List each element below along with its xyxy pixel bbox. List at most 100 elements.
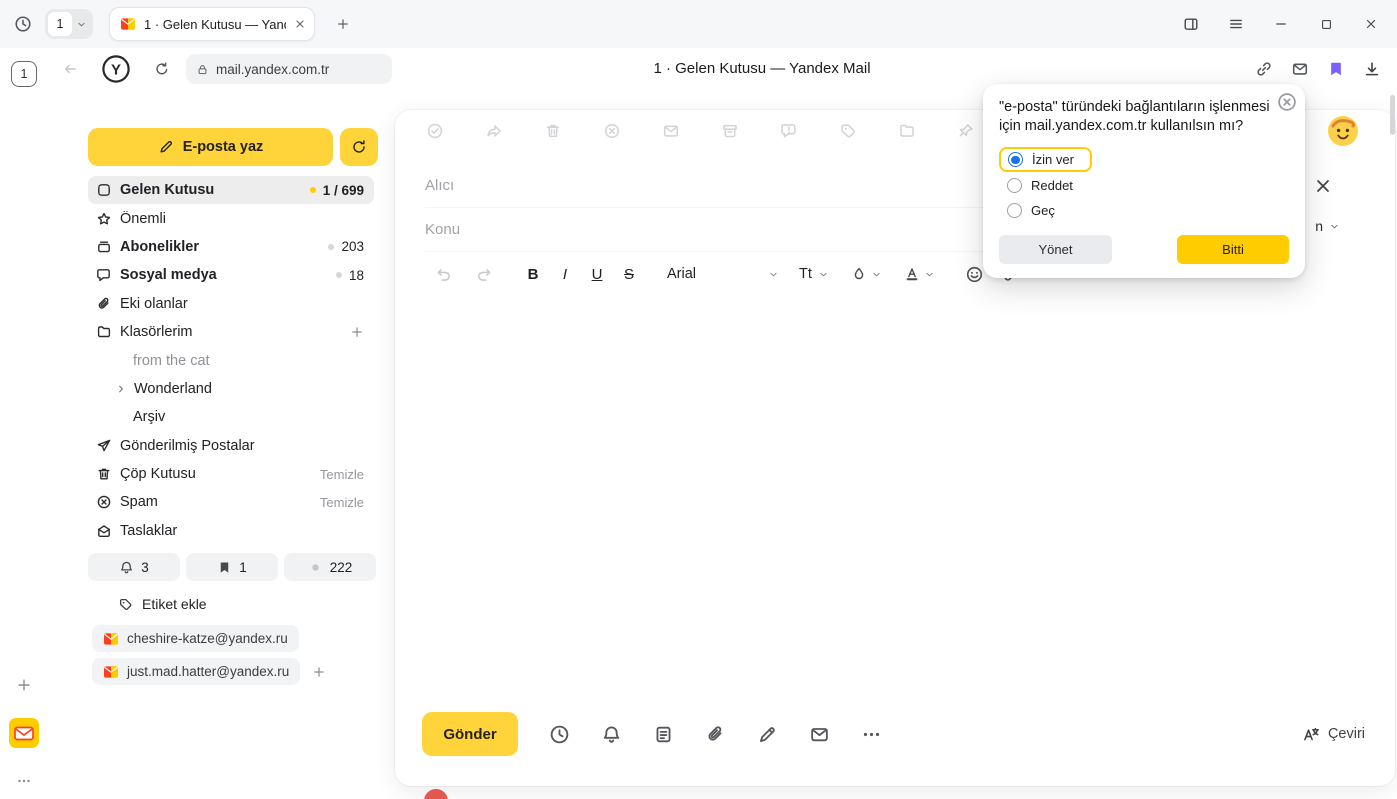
compose-button[interactable]: E-posta yaz	[88, 128, 333, 166]
add-label-button[interactable]: Etiket ekle	[68, 591, 380, 617]
copy-link-button[interactable]	[1253, 58, 1275, 80]
maximize-button[interactable]	[1308, 6, 1344, 42]
tag-icon[interactable]	[839, 122, 857, 140]
add-folder-icon[interactable]	[350, 325, 364, 339]
account-item[interactable]: just.mad.hatter@yandex.ru	[92, 658, 300, 685]
dialog-close-button[interactable]	[1277, 92, 1296, 111]
folder-item-taslaklar[interactable]: Taslaklar	[88, 517, 374, 545]
browser-tab[interactable]: 1 · Gelen Kutusu — Yand...	[109, 7, 315, 41]
bold-button[interactable]: B	[517, 266, 549, 283]
folder-item-g-nderilmi-postalar[interactable]: Gönderilmiş Postalar	[88, 432, 374, 460]
folder-item-nemli[interactable]: Önemli	[88, 204, 374, 232]
radio-option-i-zin-ver[interactable]: İzin ver	[999, 147, 1092, 172]
emoji-icon[interactable]	[965, 265, 984, 284]
counter-bookmark[interactable]: 1	[186, 553, 278, 581]
account-item[interactable]: cheshire-katze@yandex.ru	[92, 625, 299, 652]
manage-button[interactable]: Yönet	[999, 235, 1112, 264]
folder-item-p-kutusu[interactable]: Çöp KutusuTemizle	[88, 460, 374, 488]
text-color-icon	[904, 266, 920, 282]
from-toggle[interactable]: n	[1315, 218, 1340, 234]
folder-item-ar-iv[interactable]: Arşiv	[88, 403, 374, 431]
translate-button[interactable]: Çeviri	[1302, 725, 1365, 743]
archive-icon[interactable]	[721, 122, 739, 140]
bell-icon[interactable]	[601, 724, 622, 745]
folder-icon[interactable]	[898, 122, 916, 140]
menu-button[interactable]	[1218, 6, 1254, 42]
send-button[interactable]: Gönder	[422, 712, 518, 756]
redo-icon[interactable]	[475, 265, 493, 283]
font-family-select[interactable]: Arial	[667, 266, 779, 282]
downloads-button[interactable]	[1361, 58, 1383, 80]
mail-notifications-button[interactable]	[1289, 58, 1311, 80]
sidebar-add-button[interactable]	[8, 669, 40, 701]
more-icon[interactable]	[861, 724, 882, 745]
chevron-right-icon[interactable]	[115, 383, 127, 395]
highlight-color-select[interactable]	[851, 266, 882, 282]
folder-item-klas-rlerim[interactable]: Klasörlerim	[88, 318, 374, 346]
underline-button[interactable]: U	[581, 266, 613, 283]
folder-item-eki-olanlar[interactable]: Eki olanlar	[88, 290, 374, 318]
counter-bell[interactable]: 3	[88, 553, 180, 581]
close-window-button[interactable]	[1353, 6, 1389, 42]
envelope-icon[interactable]	[662, 122, 680, 140]
history-button[interactable]	[5, 6, 41, 42]
folder-label: Eki olanlar	[120, 296, 364, 312]
folder-item-from-the-cat[interactable]: from the cat	[88, 346, 374, 374]
minimize-button[interactable]	[1263, 6, 1299, 42]
tab-title: 1 · Gelen Kutusu — Yand...	[144, 17, 286, 32]
trash-icon[interactable]	[544, 122, 562, 140]
avatar[interactable]	[1328, 116, 1358, 146]
new-tab-button[interactable]	[325, 6, 361, 42]
dialog-message: "e-posta" türündeki bağlantıların işlenm…	[999, 98, 1289, 136]
strikethrough-button[interactable]: S	[613, 266, 645, 283]
folder-list: Gelen Kutusu1 / 699ÖnemliAbonelikler203S…	[68, 176, 380, 545]
radio-option-reddet[interactable]: Reddet	[999, 174, 1081, 197]
envelope-icon[interactable]	[809, 724, 830, 745]
spam-icon[interactable]	[603, 122, 621, 140]
check-circle-icon[interactable]	[426, 122, 444, 140]
sidebar-tab-badge[interactable]: 1	[11, 61, 37, 87]
address-bar[interactable]: mail.yandex.com.tr	[186, 54, 392, 84]
account-list: cheshire-katze@yandex.ru just.mad.hatter@…	[68, 625, 380, 685]
done-button[interactable]: Bitti	[1177, 235, 1289, 264]
pin-icon[interactable]	[957, 122, 975, 140]
note-icon[interactable]	[653, 724, 674, 745]
paperclip-icon[interactable]	[705, 724, 726, 745]
add-account-icon[interactable]	[312, 665, 326, 679]
plane-icon	[96, 438, 112, 454]
sidebar-more-button[interactable]	[8, 765, 40, 797]
panels-button[interactable]	[1173, 6, 1209, 42]
highlight-icon	[851, 266, 867, 282]
folder-item-abonelikler[interactable]: Abonelikler203	[88, 233, 374, 261]
forward-icon[interactable]	[485, 122, 503, 140]
panels-icon	[1183, 16, 1199, 32]
italic-button[interactable]: I	[549, 266, 581, 283]
yandex-mail-app-icon[interactable]	[9, 718, 39, 748]
bookmark-button[interactable]	[1325, 58, 1347, 80]
back-button[interactable]	[54, 53, 86, 85]
folder-clear-action[interactable]: Temizle	[320, 495, 364, 510]
tab-group-button[interactable]: 1	[45, 9, 93, 39]
refresh-button[interactable]	[340, 128, 378, 166]
font-size-select[interactable]: Tt	[799, 266, 829, 282]
pen-icon[interactable]	[757, 724, 778, 745]
undo-icon[interactable]	[435, 265, 453, 283]
reload-button[interactable]	[146, 53, 178, 85]
folder-item-wonderland[interactable]: Wonderland	[88, 375, 374, 403]
close-compose-button[interactable]	[1313, 176, 1333, 196]
text-color-select[interactable]	[904, 266, 935, 282]
scrollbar-thumb[interactable]	[1390, 95, 1395, 135]
folder-item-gelen-kutusu[interactable]: Gelen Kutusu1 / 699	[88, 176, 374, 204]
folder-item-sosyal-medya[interactable]: Sosyal medya18	[88, 261, 374, 289]
paperclip-icon	[96, 296, 112, 312]
account-row: just.mad.hatter@yandex.ru	[68, 658, 380, 685]
report-icon[interactable]	[780, 122, 798, 140]
counter-dot[interactable]: 222	[284, 553, 376, 581]
clock-icon[interactable]	[549, 724, 570, 745]
radio-label: Geç	[1031, 203, 1055, 218]
tab-close-icon[interactable]	[294, 18, 306, 30]
radio-option-ge[interactable]: Geç	[999, 199, 1063, 222]
yandex-button[interactable]: Y	[101, 54, 131, 84]
folder-item-spam[interactable]: SpamTemizle	[88, 488, 374, 516]
folder-clear-action[interactable]: Temizle	[320, 467, 364, 482]
